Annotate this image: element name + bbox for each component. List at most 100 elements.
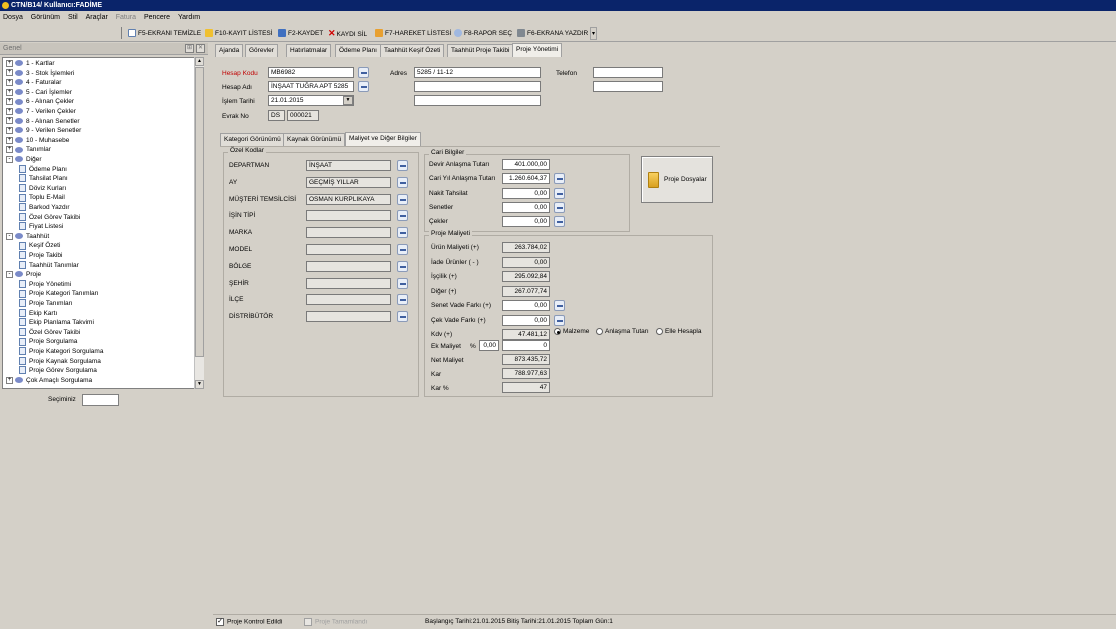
secim-input[interactable] — [82, 394, 119, 406]
menu-stil[interactable]: Stil — [68, 11, 78, 25]
cari-field[interactable]: 1.260.604,37 — [502, 173, 550, 185]
ozel-kod-lookup-icon[interactable] — [397, 277, 408, 289]
hesap-adi-field[interactable]: İNŞAAT TUĞRA APT 5285 — [268, 81, 354, 92]
tree-item[interactable]: Toplu E-Mail — [19, 193, 65, 203]
toolbar-overflow-chevron-icon[interactable]: ▾ — [590, 27, 598, 40]
cari-field[interactable]: 401.000,00 — [502, 159, 550, 170]
tree-item[interactable]: Ekip Kartı — [19, 308, 57, 319]
expand-icon[interactable]: + — [6, 88, 13, 96]
tree-item[interactable]: Tahsilat Planı — [19, 174, 68, 184]
maliyet-lookup-icon[interactable] — [554, 314, 565, 326]
radio-anlasma[interactable] — [596, 328, 603, 335]
telefon-field-2[interactable] — [593, 81, 663, 92]
kdv-option-elle[interactable]: Elle Hesapla — [656, 328, 702, 335]
kdv-option-malzeme[interactable]: Malzeme — [554, 328, 589, 335]
hesap-kodu-lookup-icon[interactable] — [358, 67, 369, 78]
collapse-icon[interactable]: - — [6, 155, 13, 163]
tree-item[interactable]: +5 - Cari İşlemler — [6, 88, 72, 98]
tree-scrollbar[interactable]: ▲ ▼ — [194, 57, 204, 389]
maliyet-lookup-icon[interactable] — [554, 300, 565, 311]
cari-field[interactable]: 0,00 — [502, 201, 550, 213]
clear-screen-button[interactable]: F5-EKRANI TEMİZLE — [126, 27, 203, 40]
tree-item[interactable]: Döviz Kurları — [19, 184, 66, 194]
tab-3[interactable]: Ödeme Planı — [335, 44, 381, 57]
ozel-kod-field[interactable] — [306, 277, 391, 289]
tree-item[interactable]: Proje Sorgulama — [19, 337, 77, 347]
ozel-kod-field[interactable] — [306, 311, 391, 323]
ozel-kod-lookup-icon[interactable] — [397, 294, 408, 306]
tree-item[interactable]: Barkod Yazdır — [19, 203, 70, 213]
expand-icon[interactable]: + — [6, 136, 13, 144]
cari-lookup-icon[interactable] — [554, 201, 565, 213]
maliyet-field[interactable]: 0,00 — [502, 314, 550, 326]
cari-lookup-icon[interactable] — [554, 187, 565, 199]
menu-dosya[interactable]: Dosya — [3, 11, 23, 25]
scroll-thumb[interactable] — [195, 67, 204, 357]
ozel-kod-field[interactable]: OSMAN KURPLIKAYA — [306, 193, 391, 205]
tree-item[interactable]: +8 - Alınan Senetler — [6, 117, 79, 127]
tree-item[interactable]: Ekip Planlama Takvimi — [19, 318, 94, 328]
ozel-kod-field[interactable]: GEÇMİŞ YILLAR — [306, 176, 391, 188]
radio-malzeme[interactable] — [554, 328, 561, 335]
ozel-kod-lookup-icon[interactable] — [397, 244, 408, 255]
tab-2[interactable]: Hatırlatmalar — [286, 44, 332, 57]
menu-pencere[interactable]: Pencere — [144, 11, 170, 25]
menu-gorunum[interactable]: Görünüm — [31, 11, 60, 25]
expand-icon[interactable]: + — [6, 126, 13, 134]
tree-item[interactable]: +7 - Verilen Çekler — [6, 107, 76, 117]
cari-lookup-icon[interactable] — [554, 216, 565, 228]
collapse-icon[interactable]: - — [6, 232, 13, 240]
tree-item[interactable]: +6 - Alınan Çekler — [6, 97, 74, 107]
tree-item[interactable]: Özel Görev Takibi — [19, 328, 80, 338]
checkbox-checked-icon[interactable]: ✓ — [216, 618, 224, 626]
kdv-option-anlasma[interactable]: Anlaşma Tutarı — [596, 328, 649, 335]
expand-icon[interactable]: + — [6, 69, 13, 77]
tree-item[interactable]: Proje Kaynak Sorgulama — [19, 356, 101, 367]
tab-4[interactable]: Taahhüt Keşif Özeti — [380, 44, 445, 57]
expand-icon[interactable]: + — [6, 107, 13, 115]
tree-item[interactable]: Proje Takibi — [19, 251, 62, 261]
ozel-kod-field[interactable] — [306, 227, 391, 239]
tab-6[interactable]: Proje Yönetimi — [512, 43, 563, 57]
print-screen-button[interactable]: F6-EKRANA YAZDIR — [515, 27, 590, 40]
tree-item[interactable]: + Çok Amaçlı Sorgulama — [6, 376, 92, 386]
tree-item[interactable]: Keşif Özeti — [19, 241, 60, 251]
tree-item[interactable]: - Proje — [6, 270, 41, 280]
ozel-kod-field[interactable]: İNŞAAT — [306, 160, 391, 171]
evrak-seri-field[interactable]: DS — [268, 110, 285, 121]
ozel-kod-lookup-icon[interactable] — [397, 210, 408, 222]
cari-field[interactable]: 0,00 — [502, 187, 550, 199]
cari-lookup-icon[interactable] — [554, 173, 565, 185]
tree-item[interactable]: +1 - Kartlar — [6, 59, 55, 69]
tree-item[interactable]: Taahhüt Tanımlar — [19, 260, 79, 271]
tree-item[interactable]: Ödeme Planı — [19, 164, 67, 175]
cari-field[interactable]: 0,00 — [502, 216, 550, 228]
expand-icon[interactable]: + — [6, 59, 13, 67]
tree-item[interactable]: +3 - Stok İşlemleri — [6, 69, 74, 79]
movement-list-button[interactable]: F7-HAREKET LİSTESİ — [373, 27, 453, 40]
ek-maliyet-value-field[interactable]: 0 — [502, 340, 550, 351]
tree-item[interactable]: Özel Görev Takibi — [19, 212, 80, 223]
adres-line-2[interactable] — [414, 81, 541, 92]
proje-kontrol-checkbox[interactable]: ✓ Proje Kontrol Edildi — [216, 618, 282, 626]
tree-item[interactable]: Proje Kategori Sorgulama — [19, 347, 103, 357]
expand-icon[interactable]: + — [6, 376, 13, 384]
save-button[interactable]: F2-KAYDET — [276, 27, 325, 40]
radio-elle[interactable] — [656, 328, 663, 335]
ozel-kod-lookup-icon[interactable] — [397, 176, 408, 188]
menu-araclar[interactable]: Araçlar — [86, 11, 108, 25]
record-list-button[interactable]: F10-KAYIT LİSTESİ — [203, 27, 275, 40]
report-select-button[interactable]: F8-RAPOR SEÇ — [452, 27, 514, 40]
hesap-adi-lookup-icon[interactable] — [358, 81, 369, 92]
subtab-kategori[interactable]: Kategori Görünümü — [220, 133, 285, 146]
tree-item[interactable]: + Tanımlar — [6, 145, 51, 155]
delete-record-button[interactable]: ✕KAYDI SİL — [326, 27, 369, 40]
expand-icon[interactable]: + — [6, 117, 13, 125]
hesap-kodu-field[interactable]: MB6982 — [268, 67, 354, 78]
collapse-icon[interactable]: - — [6, 270, 13, 278]
tab-1[interactable]: Görevler — [245, 44, 278, 57]
date-dropdown-chevron-down-icon[interactable]: ▼ — [343, 96, 353, 105]
tree-item[interactable]: +4 - Faturalar — [6, 78, 61, 88]
ozel-kod-field[interactable] — [306, 294, 391, 306]
expand-icon[interactable]: + — [6, 98, 13, 106]
